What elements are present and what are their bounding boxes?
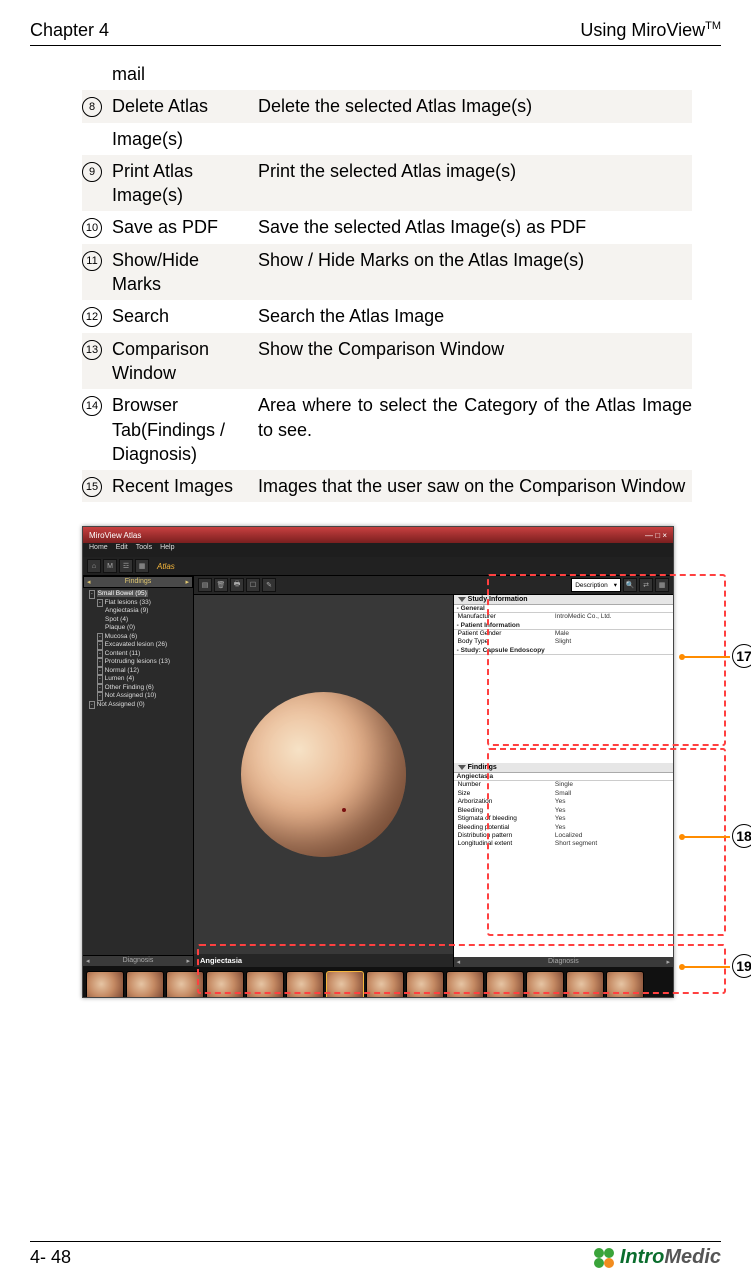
toolbar-btn-grid-icon[interactable]: ▦ [135, 559, 149, 573]
thumbnail[interactable] [606, 971, 644, 998]
sub-btn-icon[interactable]: ▤ [198, 578, 212, 592]
titlebar: MiroView Atlas — □ × [83, 527, 673, 543]
thumbnail[interactable] [486, 971, 524, 998]
image-caption: Angiectasia [194, 954, 453, 967]
header-right: Using MiroViewTM [580, 20, 721, 41]
thumbnail[interactable] [526, 971, 564, 998]
callout-connector [682, 966, 730, 968]
chevron-down-icon [458, 597, 466, 602]
tree-node[interactable]: -Small Bowel (95) [89, 590, 189, 599]
tree-node[interactable]: -Not Assigned (0) [89, 701, 189, 710]
page-number: 4- 48 [30, 1247, 71, 1268]
callout-number-17: 17 [732, 644, 751, 668]
info-area: Study Information - GeneralManufacturerI… [453, 595, 673, 967]
table-row: Image(s) [82, 123, 692, 155]
table-row: 14Browser Tab(Findings / Diagnosis)Area … [82, 389, 692, 470]
toolbar-btn-home-icon[interactable]: ⌂ [87, 559, 101, 573]
sidebar: ◂ Findings ▸ -Small Bowel (95)-Flat lesi… [83, 576, 194, 966]
thumbnail[interactable] [246, 971, 284, 998]
table-row: 11Show/Hide MarksShow / Hide Marks on th… [82, 244, 692, 301]
sub-toolbar: ▤ 🗑 🖶 ☐ ✎ Description ▾ 🔍 [194, 576, 673, 595]
search-icon[interactable]: 🔍 [623, 578, 637, 592]
thumbnail-strip[interactable] [83, 966, 673, 998]
thumbnail[interactable] [446, 971, 484, 998]
titlebar-title: MiroView Atlas [89, 531, 141, 540]
table-row: 9Print Atlas Image(s)Print the selected … [82, 155, 692, 212]
toolbar: ⌂ M ☲ ▦ Atlas [83, 557, 673, 576]
callout-connector [682, 836, 730, 838]
thumbnail[interactable] [126, 971, 164, 998]
table-row: 15Recent ImagesImages that the user saw … [82, 470, 692, 502]
tree-node[interactable]: Plaque (0) [105, 624, 189, 632]
tree-node[interactable]: -Excavated lesion (26) [97, 641, 189, 650]
grid-icon[interactable]: ▦ [655, 578, 669, 592]
chapter-label: Chapter 4 [30, 20, 109, 41]
endoscope-image [241, 692, 406, 857]
thumbnail[interactable] [286, 971, 324, 998]
atlas-heading: Atlas [157, 562, 175, 571]
thumbnail[interactable] [326, 971, 364, 998]
sub-btn-icon[interactable]: 🗑 [214, 578, 228, 592]
tree-node[interactable]: -Flat lesions (33) [97, 599, 189, 608]
tree-node[interactable]: -Not Assigned (10) [97, 692, 189, 701]
sidebar-tab-findings[interactable]: ◂ Findings ▸ [83, 576, 193, 588]
image-viewer: Angiectasia [194, 595, 453, 967]
tree-node[interactable]: -Lumen (4) [97, 675, 189, 684]
thumbnail[interactable] [366, 971, 404, 998]
tree-node[interactable]: -Mucosa (6) [97, 633, 189, 642]
clover-icon [594, 1248, 614, 1268]
tree-node[interactable]: -Protruding lesions (13) [97, 658, 189, 667]
study-info-body: - GeneralManufacturerIntroMedic Co., Ltd… [454, 605, 673, 654]
sub-btn-icon[interactable]: ☐ [246, 578, 260, 592]
table-row: 8Delete AtlasDelete the selected Atlas I… [82, 90, 692, 122]
table-row: 13Comparison WindowShow the Comparison W… [82, 333, 692, 390]
diagnosis-bar[interactable]: ◂ Diagnosis ▸ [454, 957, 673, 967]
tree-node[interactable]: -Content (11) [97, 650, 189, 659]
findings-header[interactable]: Findings [454, 763, 673, 773]
menubar[interactable]: Home Edit Tools Help [83, 543, 673, 557]
thumbnail[interactable] [166, 971, 204, 998]
brand-logo: IntroMedic [594, 1246, 721, 1269]
thumbnail[interactable] [86, 971, 124, 998]
menu-item[interactable]: Edit [116, 544, 128, 556]
study-info-header[interactable]: Study Information [454, 595, 673, 605]
menu-item[interactable]: Tools [136, 544, 152, 556]
callout-number-18: 18 [732, 824, 751, 848]
table-row: 12SearchSearch the Atlas Image [82, 300, 692, 332]
findings-body: AngiectasiaNumberSingleSizeSmallArboriza… [454, 773, 673, 849]
menu-item[interactable]: Home [89, 544, 108, 556]
menu-item[interactable]: Help [160, 544, 174, 556]
table-row: mail [82, 58, 692, 90]
function-table: mail8Delete AtlasDelete the selected Atl… [82, 58, 692, 502]
tree-node[interactable]: -Other Finding (6) [97, 684, 189, 693]
image-holder [194, 595, 453, 954]
toolbar-btn-m-icon[interactable]: M [103, 559, 117, 573]
findings-tree[interactable]: -Small Bowel (95)-Flat lesions (33)Angie… [83, 588, 193, 711]
toolbar-btn-doc-icon[interactable]: ☲ [119, 559, 133, 573]
tree-node[interactable]: Spot (4) [105, 616, 189, 624]
sidebar-tab-diagnosis[interactable]: ◂ Diagnosis ▸ [83, 955, 193, 966]
page-footer: 4- 48 IntroMedic [30, 1241, 721, 1269]
sort-dropdown[interactable]: Description ▾ [571, 578, 621, 592]
thumbnail[interactable] [406, 971, 444, 998]
callout-connector [682, 656, 730, 658]
sub-btn-icon[interactable]: 🖶 [230, 578, 244, 592]
sub-btn-icon[interactable]: ✎ [262, 578, 276, 592]
chevron-down-icon [458, 765, 466, 770]
app-window: MiroView Atlas — □ × Home Edit Tools Help ⌂… [82, 526, 674, 998]
tree-node[interactable]: -Normal (12) [97, 667, 189, 676]
compare-icon[interactable]: ⇄ [639, 578, 653, 592]
screenshot-area: MiroView Atlas — □ × Home Edit Tools Help ⌂… [82, 526, 721, 1016]
window-controls[interactable]: — □ × [645, 531, 667, 540]
callout-number-19: 19 [732, 954, 751, 978]
thumbnail[interactable] [206, 971, 244, 998]
tree-node[interactable]: Angiectasia (9) [105, 607, 189, 615]
table-row: 10Save as PDFSave the selected Atlas Ima… [82, 211, 692, 243]
main-pane: ▤ 🗑 🖶 ☐ ✎ Description ▾ 🔍 [194, 576, 673, 966]
thumbnail[interactable] [566, 971, 604, 998]
page-header: Chapter 4 Using MiroViewTM [30, 20, 721, 46]
